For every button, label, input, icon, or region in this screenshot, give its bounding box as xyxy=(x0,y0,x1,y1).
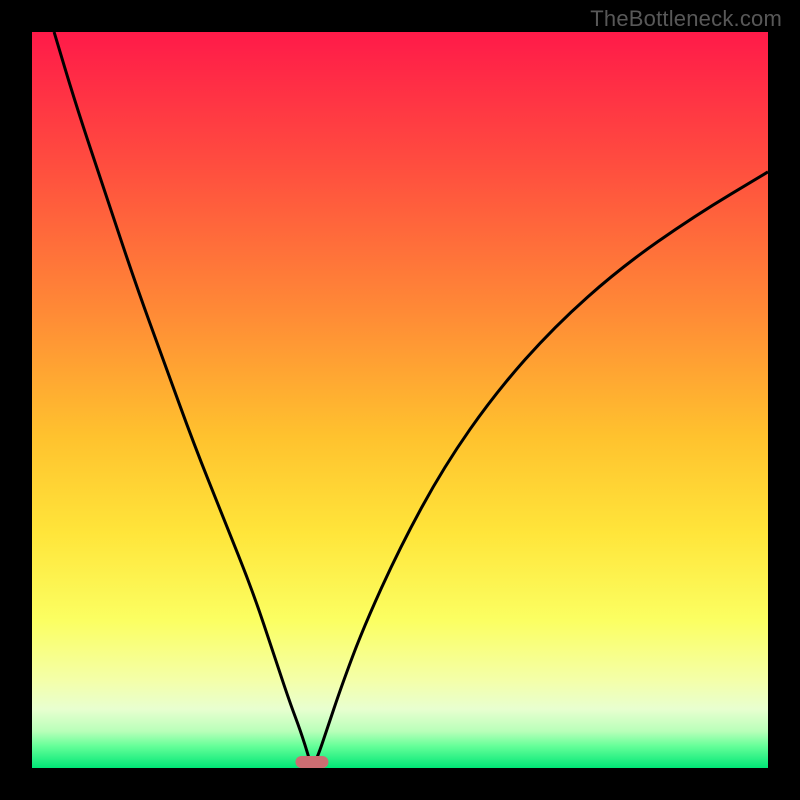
optimum-marker xyxy=(295,756,328,768)
watermark-text: TheBottleneck.com xyxy=(590,6,782,32)
plot-area xyxy=(32,32,768,768)
bottleneck-curve xyxy=(32,32,768,768)
chart-frame: TheBottleneck.com xyxy=(0,0,800,800)
